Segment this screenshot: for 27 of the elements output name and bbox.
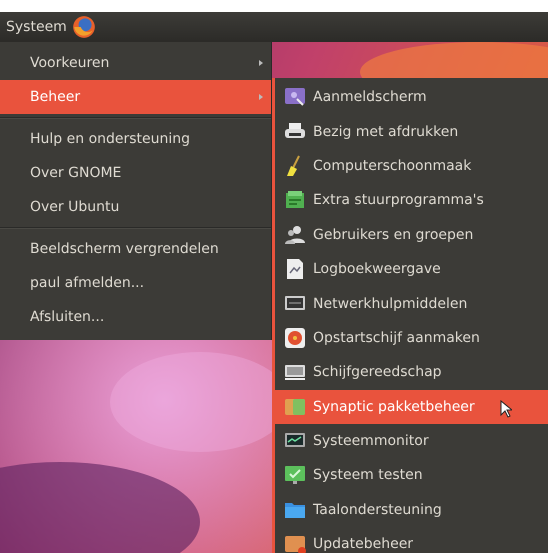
- menu-item[interactable]: Over Ubuntu: [0, 190, 271, 224]
- menu-item[interactable]: Afsluiten...: [0, 300, 271, 334]
- menu-item[interactable]: paul afmelden...: [0, 266, 271, 300]
- submenu-item[interactable]: Opstartschijf aanmaken: [275, 320, 548, 356]
- submenu-arrow-icon: [259, 60, 263, 66]
- system-menu[interactable]: Systeem: [6, 19, 67, 35]
- submenu-arrow-icon: [259, 94, 263, 100]
- submenu-item[interactable]: Aanmeldscherm: [275, 80, 548, 114]
- submenu-item[interactable]: Netwerkhulpmiddelen: [275, 286, 548, 321]
- submenu-item[interactable]: Logboekweergave: [275, 252, 548, 286]
- submenu-item[interactable]: Taalondersteuning: [275, 492, 548, 528]
- submenu-item[interactable]: Extra stuurprogramma's: [275, 183, 548, 218]
- menu-item[interactable]: Hulp en ondersteuning: [0, 122, 271, 156]
- menu-item[interactable]: Voorkeuren: [0, 46, 271, 80]
- menu-item[interactable]: Beheer: [0, 80, 271, 114]
- submenu-item[interactable]: Bezig met afdrukken: [275, 114, 548, 149]
- submenu-item[interactable]: Synaptic pakketbeheer: [275, 390, 548, 424]
- submenu-item[interactable]: Updatebeheer: [275, 527, 548, 553]
- submenu-item[interactable]: Systeemmonitor: [275, 424, 548, 458]
- submenu-item[interactable]: Computerschoonmaak: [275, 148, 548, 184]
- submenu-item[interactable]: Systeem testen: [275, 458, 548, 493]
- submenu-item[interactable]: Gebruikers en groepen: [275, 218, 548, 252]
- submenu-item[interactable]: Schijfgereedschap: [275, 355, 548, 390]
- browser-icon[interactable]: [70, 14, 97, 40]
- mouse-pointer-icon: [500, 400, 512, 418]
- menu-item[interactable]: Beeldscherm vergrendelen: [0, 232, 271, 266]
- menu-item[interactable]: Over GNOME: [0, 156, 271, 190]
